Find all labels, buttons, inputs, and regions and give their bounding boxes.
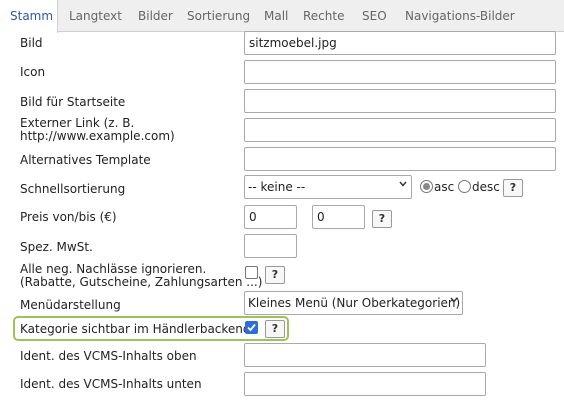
bild-input[interactable]: sitzmoebel.jpg [244,31,556,55]
tab-rechte[interactable]: Rechte [303,0,344,32]
externer-link-label: Externer Link (z. B. http://www.example.… [20,117,175,143]
nachlaesse-checkbox[interactable] [245,266,258,279]
tab-bilder[interactable]: Bilder [138,0,173,32]
tab-bar: Stamm Langtext Bilder Sortierung Mall Re… [0,0,564,33]
kategorie-sichtbar-checkbox[interactable] [245,321,258,334]
bild-startseite-label: Bild für Startseite [20,95,126,109]
externer-link-input[interactable] [244,118,556,142]
mwst-input[interactable] [244,234,297,258]
vcms-unten-input[interactable] [244,372,486,396]
help-icon[interactable]: ? [265,266,285,284]
tab-sortierung[interactable]: Sortierung [187,0,250,32]
check-icon [247,323,256,332]
help-icon[interactable]: ? [372,210,392,228]
chevron-down-icon [399,181,407,187]
tab-langtext[interactable]: Langtext [69,0,122,32]
nachlaesse-label: Alle neg. Nachlässe ignorieren. (Rabatte… [20,263,262,289]
alt-template-input[interactable] [244,147,556,171]
menuedarstellung-value: Kleines Menü (Nur Oberkategorien) [248,296,461,310]
preis-bis-input[interactable]: 0 [312,205,365,229]
tab-stamm[interactable]: Stamm [0,0,58,33]
asc-label: asc [434,180,455,194]
asc-radio[interactable] [420,180,433,193]
preis-von-input[interactable]: 0 [244,205,297,229]
mwst-label: Spez. MwSt. [20,240,93,254]
help-icon[interactable]: ? [265,320,285,338]
help-icon[interactable]: ? [503,179,523,197]
tab-mall[interactable]: Mall [264,0,288,32]
vcms-oben-label: Ident. des VCMS-Inhalts oben [20,349,197,363]
schnellsortierung-value: -- keine -- [248,180,306,194]
menuedarstellung-label: Menüdarstellung [20,298,121,312]
chevron-down-icon [450,297,458,303]
kategorie-sichtbar-label: Kategorie sichtbar im Händlerbackend [20,322,251,336]
icon-label: Icon [20,65,46,79]
menuedarstellung-select[interactable]: Kleines Menü (Nur Oberkategorien) [244,291,463,315]
externer-link-label-line2: http://www.example.com) [20,129,175,143]
desc-label: desc [472,180,500,194]
tab-seo[interactable]: SEO [362,0,387,32]
schnellsortierung-select[interactable]: -- keine -- [244,175,412,199]
preis-label: Preis von/bis (€) [20,210,117,224]
bild-startseite-input[interactable] [244,89,556,113]
vcms-oben-input[interactable] [244,343,486,367]
desc-radio[interactable] [458,180,471,193]
schnellsortierung-label: Schnellsortierung [20,182,126,196]
icon-input[interactable] [244,60,556,84]
alt-template-label: Alternatives Template [20,153,151,167]
vcms-unten-label: Ident. des VCMS-Inhalts unten [20,377,202,391]
nachlaesse-label-line2: (Rabatte, Gutscheine, Zahlungsarten ...) [20,275,263,289]
tab-navigations-bilder[interactable]: Navigations-Bilder [405,0,515,32]
bild-label: Bild [20,36,43,50]
